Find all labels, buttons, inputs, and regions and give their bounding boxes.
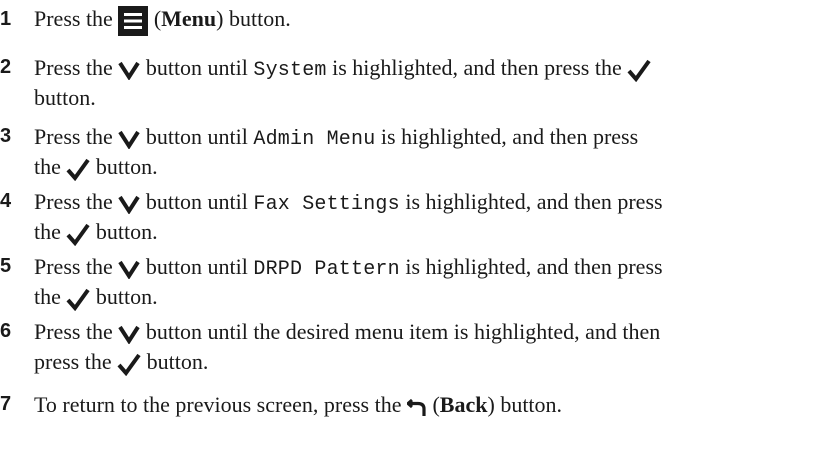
check-icon [627, 58, 651, 82]
step-number: 2 [0, 56, 12, 78]
check-icon [66, 287, 91, 311]
down-arrow-icon [118, 259, 141, 279]
instruction-steps: 1 Press the (Menu) button. 2 Press the b… [0, 0, 838, 457]
step-text: button. [90, 154, 158, 179]
step-number: 3 [0, 125, 12, 147]
step-number: 4 [0, 190, 12, 212]
step-text: Press the [34, 189, 119, 214]
step-text: press the [34, 349, 118, 374]
step-text: button. [90, 219, 158, 244]
step-text: the [34, 154, 67, 179]
button-name: Back [439, 392, 488, 417]
step-number: 5 [0, 255, 12, 277]
step-text: the [34, 219, 67, 244]
menu-item-name: Admin Menu [253, 128, 376, 151]
check-icon [66, 222, 91, 246]
menu-item-name: System [253, 59, 327, 82]
step-text: button until [140, 55, 254, 80]
check-icon [66, 157, 91, 181]
down-arrow-icon [118, 324, 141, 344]
step-text: Press the [34, 124, 119, 149]
menu-icon [118, 5, 149, 36]
back-icon [406, 396, 427, 418]
step-text: is highlighted, and then press [375, 124, 639, 149]
step-text: Press the [34, 254, 119, 279]
step-text: is highlighted, and then press [399, 254, 663, 279]
menu-item-name: Fax Settings [253, 193, 400, 216]
step-number: 7 [0, 393, 12, 415]
step-text: the [34, 284, 67, 309]
menu-item-name: DRPD Pattern [253, 258, 400, 281]
step-text: Press the [34, 6, 119, 31]
check-icon [117, 352, 141, 376]
step-text: is highlighted, and then press [399, 189, 663, 214]
step-number: 1 [0, 8, 12, 30]
step-text: Press the [34, 319, 119, 344]
step-text: To return to the previous screen, press … [34, 392, 407, 417]
step-text: button until [140, 124, 254, 149]
down-arrow-icon [118, 60, 141, 80]
step-text: button. [223, 6, 291, 31]
step-text: button until [140, 254, 254, 279]
step-text: button. [141, 349, 209, 374]
step-text: Press the [34, 55, 119, 80]
down-arrow-icon [118, 129, 141, 149]
step-text: button. [90, 284, 158, 309]
step-number: 6 [0, 320, 12, 342]
button-name: Menu [161, 6, 217, 31]
step-text: button. [494, 392, 563, 417]
step-text: button. [34, 85, 96, 110]
step-text: button until [140, 189, 254, 214]
down-arrow-icon [118, 194, 141, 214]
step-text: button until the desired menu item is hi… [140, 319, 661, 344]
step-text: is highlighted, and then press the [326, 55, 628, 80]
